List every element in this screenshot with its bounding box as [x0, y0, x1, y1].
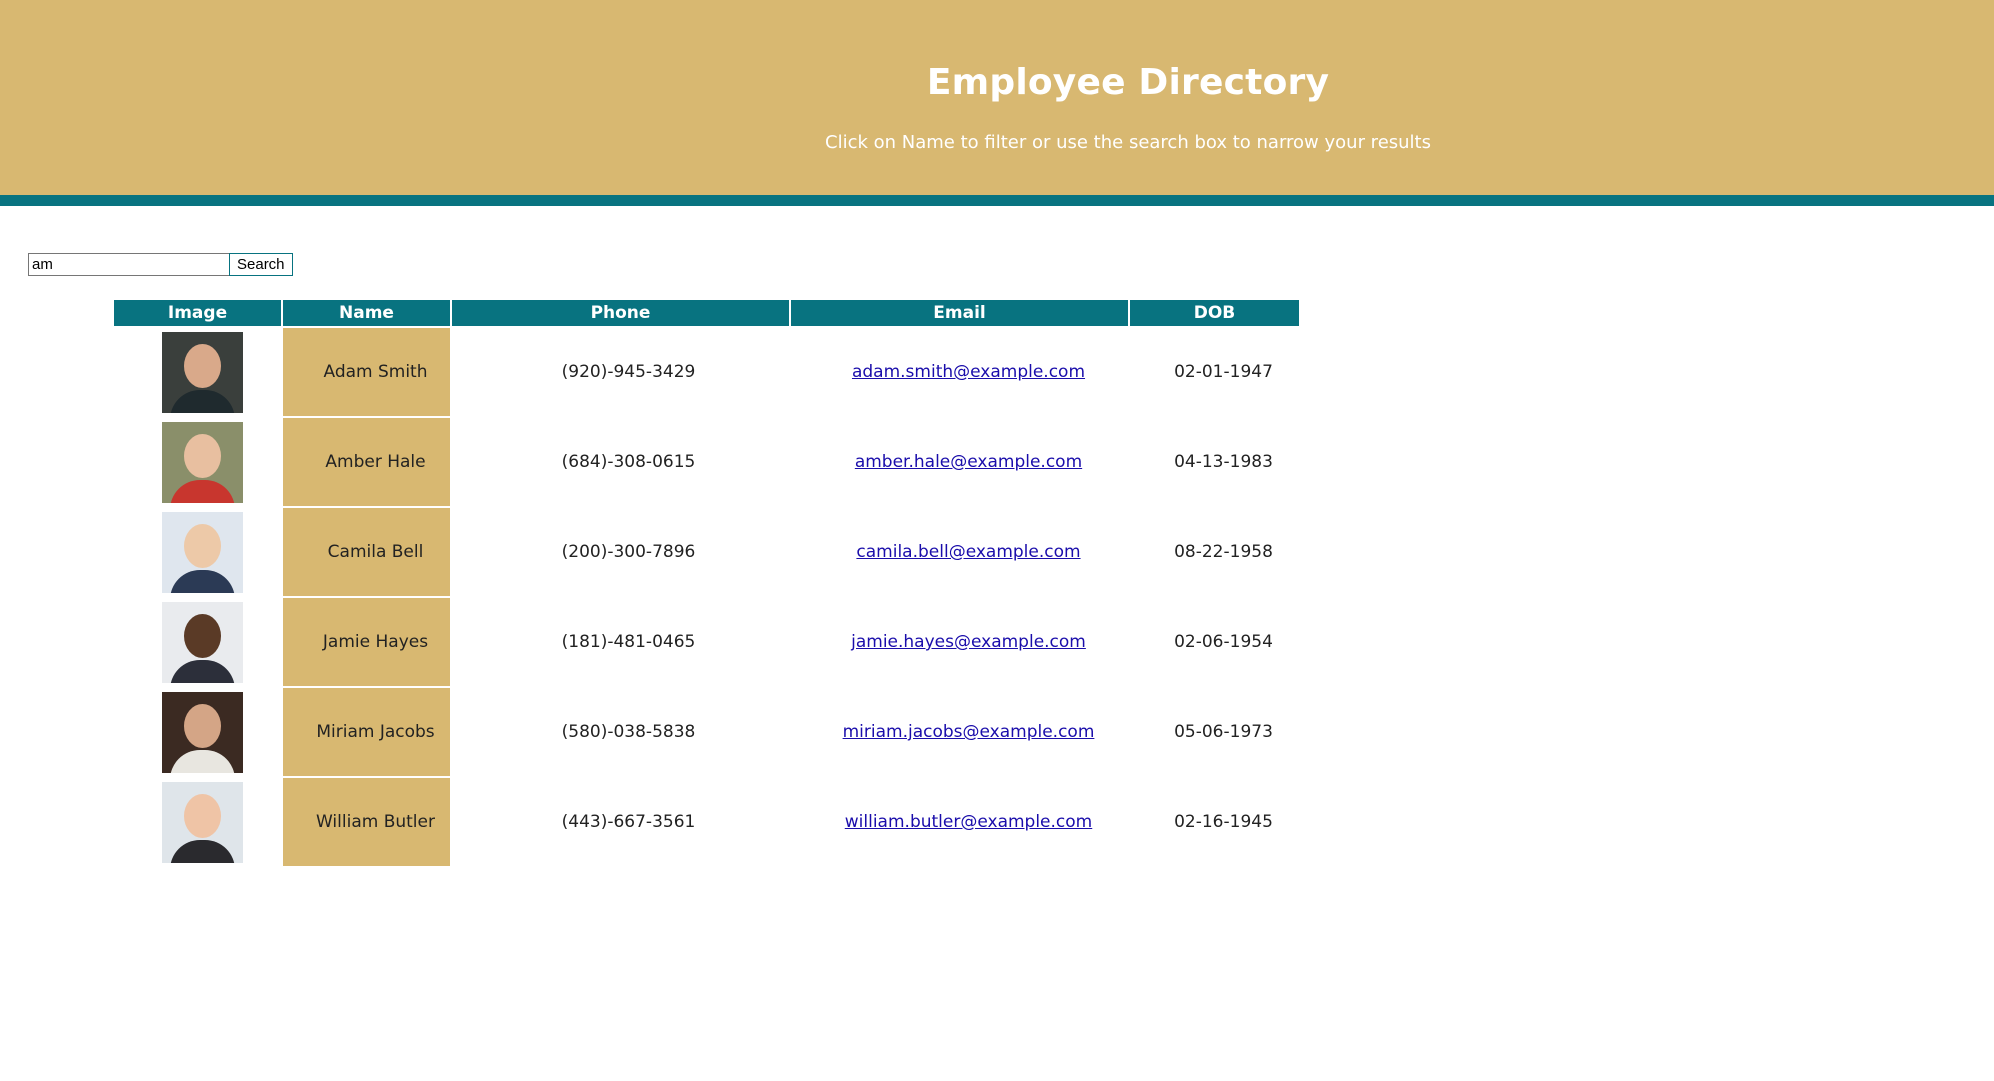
employee-email-cell: camila.bell@example.com — [791, 508, 1128, 596]
employee-email-cell: miriam.jacobs@example.com — [791, 688, 1128, 776]
employee-dob: 05-06-1973 — [1174, 722, 1273, 742]
table-row: Amber Hale (684)-308-0615 amber.hale@examp… — [114, 418, 1299, 506]
employee-name: Camila Bell — [283, 508, 450, 596]
employee-email-cell: william.butler@example.com — [791, 778, 1128, 866]
table-header-row: Image Name Phone Email DOB — [114, 300, 1299, 326]
employee-phone: (443)-667-3561 — [561, 812, 696, 832]
table-row: Miriam Jacobs (580)-038-5838 miriam.jacobs… — [114, 688, 1299, 776]
employee-phone: (181)-481-0465 — [561, 632, 696, 652]
employee-email-link[interactable]: miriam.jacobs@example.com — [843, 722, 1095, 742]
employee-image-cell — [114, 418, 281, 506]
column-header-dob: DOB — [1130, 300, 1299, 326]
employee-photo — [162, 511, 243, 593]
employee-name: Jamie Hayes — [283, 598, 450, 686]
employee-phone: (684)-308-0615 — [561, 452, 696, 472]
employee-email-link[interactable]: adam.smith@example.com — [852, 362, 1085, 382]
employee-email-cell: adam.smith@example.com — [791, 328, 1128, 416]
employee-name: Adam Smith — [283, 328, 450, 416]
employee-dob: 02-01-1947 — [1174, 362, 1273, 382]
page-title: Employee Directory — [926, 62, 1330, 103]
table-row: William Butler (443)-667-3561 william.butl… — [114, 778, 1299, 866]
employee-phone: (920)-945-3429 — [561, 362, 696, 382]
employee-email-cell: amber.hale@example.com — [791, 418, 1128, 506]
employee-photo — [162, 781, 243, 863]
search-input[interactable] — [28, 253, 229, 276]
employee-image-cell — [114, 508, 281, 596]
column-header-image: Image — [114, 300, 281, 326]
employee-image-cell — [114, 688, 281, 776]
employee-table: Image Name Phone Email DOB Adam Smith (92… — [112, 298, 1301, 868]
search-bar: Search — [28, 253, 293, 276]
employee-name: Amber Hale — [283, 418, 450, 506]
employee-image-cell — [114, 778, 281, 866]
employee-email-link[interactable]: camila.bell@example.com — [856, 542, 1080, 562]
table-row: Jamie Hayes (181)-481-0465 jamie.hayes@exa… — [114, 598, 1299, 686]
search-button[interactable]: Search — [229, 253, 293, 276]
employee-phone: (580)-038-5838 — [561, 722, 696, 742]
employee-dob: 02-16-1945 — [1174, 812, 1273, 832]
column-header-email: Email — [791, 300, 1128, 326]
employee-image-cell — [114, 598, 281, 686]
employee-dob: 02-06-1954 — [1174, 632, 1273, 652]
employee-email-link[interactable]: william.butler@example.com — [845, 812, 1092, 832]
employee-email-link[interactable]: jamie.hayes@example.com — [851, 632, 1086, 652]
employee-email-cell: jamie.hayes@example.com — [791, 598, 1128, 686]
page-header: Employee Directory Click on Name to filt… — [0, 0, 1994, 206]
employee-photo — [162, 421, 243, 503]
employee-name: William Butler — [283, 778, 450, 866]
table-row: Camila Bell (200)-300-7896 camila.bell@exa… — [114, 508, 1299, 596]
employee-image-cell — [114, 328, 281, 416]
table-row: Adam Smith (920)-945-3429 adam.smith@examp… — [114, 328, 1299, 416]
employee-photo — [162, 601, 243, 683]
page-subtitle: Click on Name to filter or use the searc… — [825, 132, 1431, 153]
employee-photo — [162, 331, 243, 413]
employee-email-link[interactable]: amber.hale@example.com — [855, 452, 1082, 472]
employee-name: Miriam Jacobs — [283, 688, 450, 776]
employee-phone: (200)-300-7896 — [561, 542, 696, 562]
column-header-phone: Phone — [452, 300, 789, 326]
employee-dob: 04-13-1983 — [1174, 452, 1273, 472]
column-header-name[interactable]: Name — [283, 300, 450, 326]
employee-photo — [162, 691, 243, 773]
employee-dob: 08-22-1958 — [1174, 542, 1273, 562]
